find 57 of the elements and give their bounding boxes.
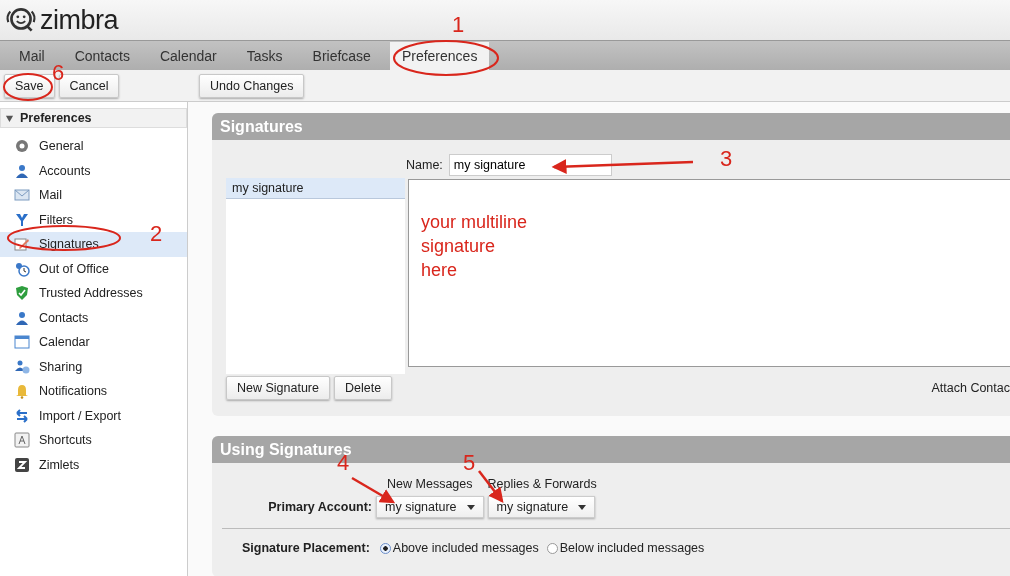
caret-icon bbox=[578, 504, 587, 510]
sidebar-item[interactable]: Calendar bbox=[0, 330, 187, 355]
app-tab[interactable]: Tasks bbox=[231, 42, 298, 70]
annotation-number: 5 bbox=[463, 450, 476, 475]
column-header: New Messages bbox=[387, 477, 473, 491]
person-icon bbox=[14, 162, 30, 179]
clock-icon bbox=[14, 260, 30, 277]
signature-button[interactable]: New Signature bbox=[226, 376, 330, 400]
signature-button[interactable]: Delete bbox=[334, 376, 393, 400]
shield-icon bbox=[14, 285, 30, 302]
name-field[interactable]: my signature bbox=[448, 154, 612, 176]
signature-list-item[interactable]: my signature bbox=[226, 178, 405, 199]
signature-dropdown[interactable]: my signature bbox=[487, 496, 596, 518]
annotation-ellipse bbox=[3, 73, 53, 101]
app-tab[interactable]: Calendar bbox=[144, 42, 232, 70]
z-icon bbox=[14, 456, 30, 473]
annotation-number: 3 bbox=[720, 146, 733, 171]
caret-icon bbox=[466, 504, 475, 510]
attach-contact-label: Attach Contac bbox=[931, 381, 1010, 395]
toolbar-button[interactable]: Undo Changes bbox=[199, 73, 305, 98]
sidebar-item[interactable]: Out of Office bbox=[0, 256, 187, 281]
sidebar-item[interactable]: Accounts bbox=[0, 158, 187, 183]
account-label: Primary Account: bbox=[268, 500, 372, 514]
annotation-number: 1 bbox=[452, 12, 465, 37]
filter-icon bbox=[14, 211, 30, 228]
bell-icon bbox=[14, 383, 30, 400]
sidebar-item[interactable]: Sharing bbox=[0, 354, 187, 379]
panel-header: Signatures bbox=[212, 113, 1010, 140]
caret-icon[interactable] bbox=[5, 113, 14, 123]
placement-label: Signature Placement: bbox=[242, 541, 370, 555]
app-tab[interactable]: Preferences bbox=[389, 42, 490, 70]
sidebar-item[interactable]: Mail bbox=[0, 183, 187, 208]
placement-radio[interactable]: Above included messages bbox=[379, 541, 539, 555]
signature-editor[interactable]: your multiline signature here bbox=[408, 179, 1010, 367]
sidebar-title: Preferences bbox=[20, 111, 92, 125]
sidebar-item[interactable]: Shortcuts bbox=[0, 428, 187, 453]
smiley-logo-icon bbox=[4, 7, 38, 33]
sidebar-item[interactable]: Zimlets bbox=[0, 452, 187, 477]
signature-dropdown[interactable]: my signature bbox=[376, 496, 484, 518]
sidebar-item[interactable]: General bbox=[0, 134, 187, 159]
arrows-icon bbox=[14, 407, 30, 424]
sidebar-item[interactable]: Trusted Addresses bbox=[0, 281, 187, 306]
envelope-icon bbox=[14, 187, 30, 204]
name-label: Name: bbox=[406, 158, 443, 172]
sidebar-item[interactable]: Contacts bbox=[0, 305, 187, 330]
people-icon bbox=[14, 358, 30, 375]
app-logo: zimbra bbox=[40, 4, 118, 36]
signature-text: your multiline signature here bbox=[421, 211, 529, 282]
app-tab[interactable]: Briefcase bbox=[297, 42, 386, 70]
gear-icon bbox=[14, 138, 30, 155]
sidebar-item[interactable]: Import / Export bbox=[0, 403, 187, 428]
calendar-icon bbox=[14, 334, 30, 351]
person-icon bbox=[14, 309, 30, 326]
key-icon bbox=[14, 432, 30, 449]
sidebar-item[interactable]: Notifications bbox=[0, 379, 187, 404]
pencil-icon bbox=[14, 236, 30, 253]
placement-radio[interactable]: Below included messages bbox=[546, 541, 705, 555]
